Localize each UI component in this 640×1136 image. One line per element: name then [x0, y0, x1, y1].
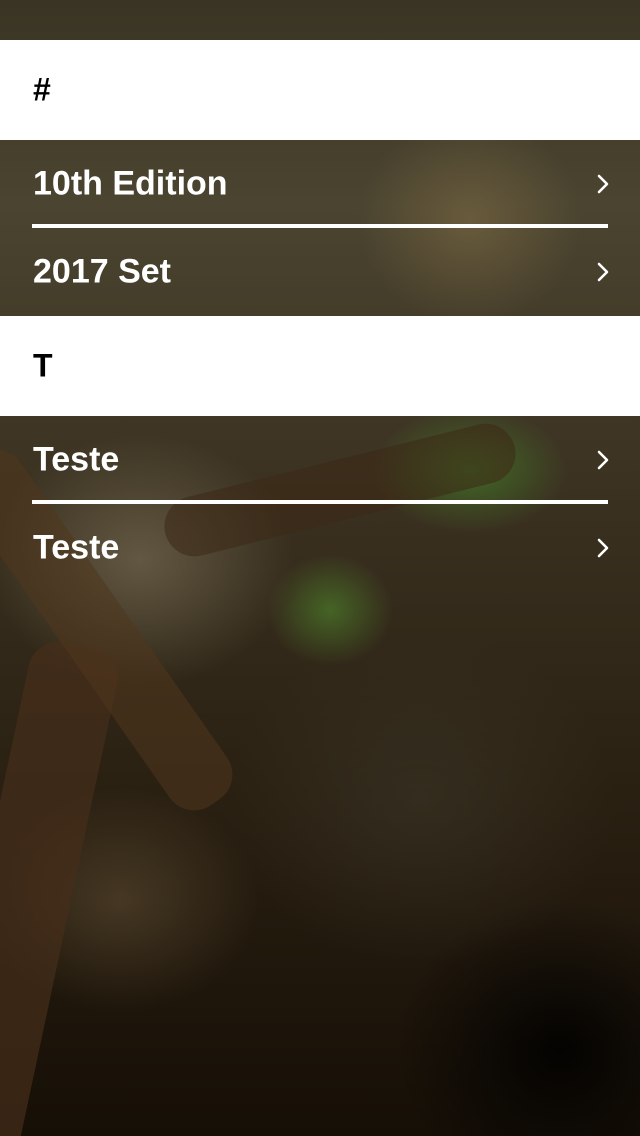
chevron-right-icon: [596, 537, 610, 559]
list-item-label: Teste: [33, 440, 120, 479]
list-item-teste[interactable]: Teste: [0, 416, 640, 504]
list-item-label: Teste: [33, 528, 120, 567]
section-header-title: T: [33, 347, 53, 384]
list-item-2017-set[interactable]: 2017 Set: [0, 228, 640, 316]
chevron-right-icon: [596, 449, 610, 471]
list-item-teste[interactable]: Teste: [0, 504, 640, 592]
section-header-hash: #: [0, 40, 640, 140]
background-blur-shape: [0, 636, 124, 1136]
list-item-label: 10th Edition: [33, 164, 228, 203]
chevron-right-icon: [596, 173, 610, 195]
chevron-right-icon: [596, 261, 610, 283]
section-header-t: T: [0, 316, 640, 416]
section-header-title: #: [33, 71, 51, 108]
list-item-10th-edition[interactable]: 10th Edition: [0, 140, 640, 228]
list-item-label: 2017 Set: [33, 252, 171, 291]
